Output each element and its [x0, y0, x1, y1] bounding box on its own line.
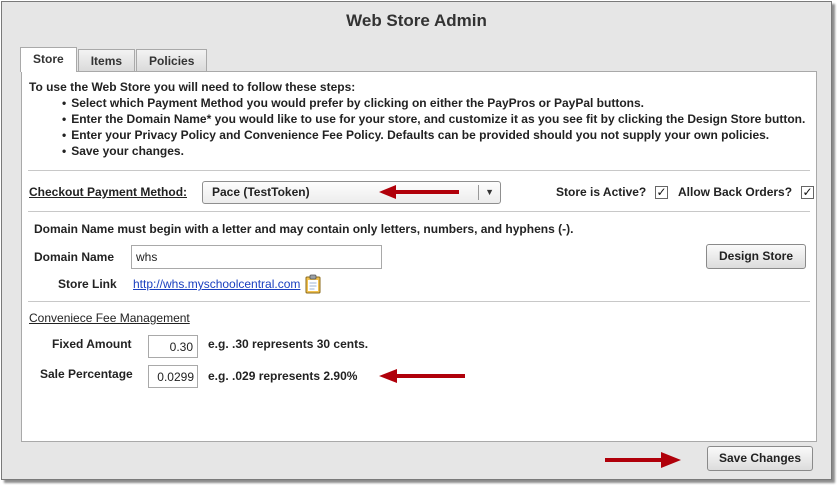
tab-store[interactable]: Store	[20, 47, 77, 72]
red-arrow-left-icon	[379, 369, 465, 383]
design-store-button[interactable]: Design Store	[706, 244, 806, 269]
store-active-label: Store is Active?	[556, 185, 647, 199]
clipboard-icon[interactable]	[305, 274, 321, 294]
fixed-amount-label: Fixed Amount	[52, 337, 132, 351]
divider	[28, 211, 810, 212]
domain-name-input[interactable]	[131, 245, 382, 269]
checkout-method-label: Checkout Payment Method:	[29, 185, 188, 199]
tab-items[interactable]: Items	[77, 49, 136, 72]
chevron-down-icon: ▼	[485, 187, 494, 197]
divider	[28, 170, 810, 171]
red-arrow-left-icon	[379, 185, 459, 199]
sale-percentage-label: Sale Percentage	[40, 367, 133, 381]
fixed-amount-hint: e.g. .30 represents 30 cents.	[208, 337, 369, 351]
store-link[interactable]: http://whs.myschoolcentral.com	[133, 277, 300, 291]
domain-rule-text: Domain Name must begin with a letter and…	[34, 222, 574, 236]
store-panel: To use the Web Store you will need to fo…	[21, 71, 817, 442]
window-title: Web Store Admin	[346, 11, 487, 30]
checkout-method-value: Pace (TestToken)	[212, 185, 310, 199]
domain-name-label: Domain Name	[34, 250, 115, 264]
store-active-checkbox[interactable]: ✓	[655, 186, 668, 199]
instructions-intro: To use the Web Store you will need to fo…	[29, 80, 356, 94]
instruction-step: Select which Payment Method you would pr…	[62, 95, 805, 111]
back-orders-checkbox[interactable]: ✓	[801, 186, 814, 199]
instructions: To use the Web Store you will need to fo…	[29, 79, 805, 159]
sale-percentage-input[interactable]	[148, 365, 198, 388]
store-link-label: Store Link	[58, 277, 117, 291]
select-divider	[478, 185, 479, 200]
web-store-admin-window: Web Store Admin Store Items Policies To …	[1, 1, 832, 480]
sale-percentage-hint: e.g. .029 represents 2.90%	[208, 369, 358, 383]
divider	[28, 301, 810, 302]
instruction-steps: Select which Payment Method you would pr…	[29, 95, 805, 159]
save-changes-button[interactable]: Save Changes	[707, 446, 813, 471]
instruction-step: Enter the Domain Name* you would like to…	[62, 111, 805, 127]
back-orders-label: Allow Back Orders?	[678, 185, 793, 199]
fee-management-heading: Conveniece Fee Management	[29, 311, 190, 325]
tab-bar: Store Items Policies	[20, 47, 208, 72]
instruction-step: Enter your Privacy Policy and Convenienc…	[62, 127, 805, 143]
red-arrow-right-icon	[605, 452, 681, 468]
fixed-amount-input[interactable]	[148, 335, 198, 358]
tab-policies[interactable]: Policies	[136, 49, 208, 72]
instruction-step: Save your changes.	[62, 143, 805, 159]
